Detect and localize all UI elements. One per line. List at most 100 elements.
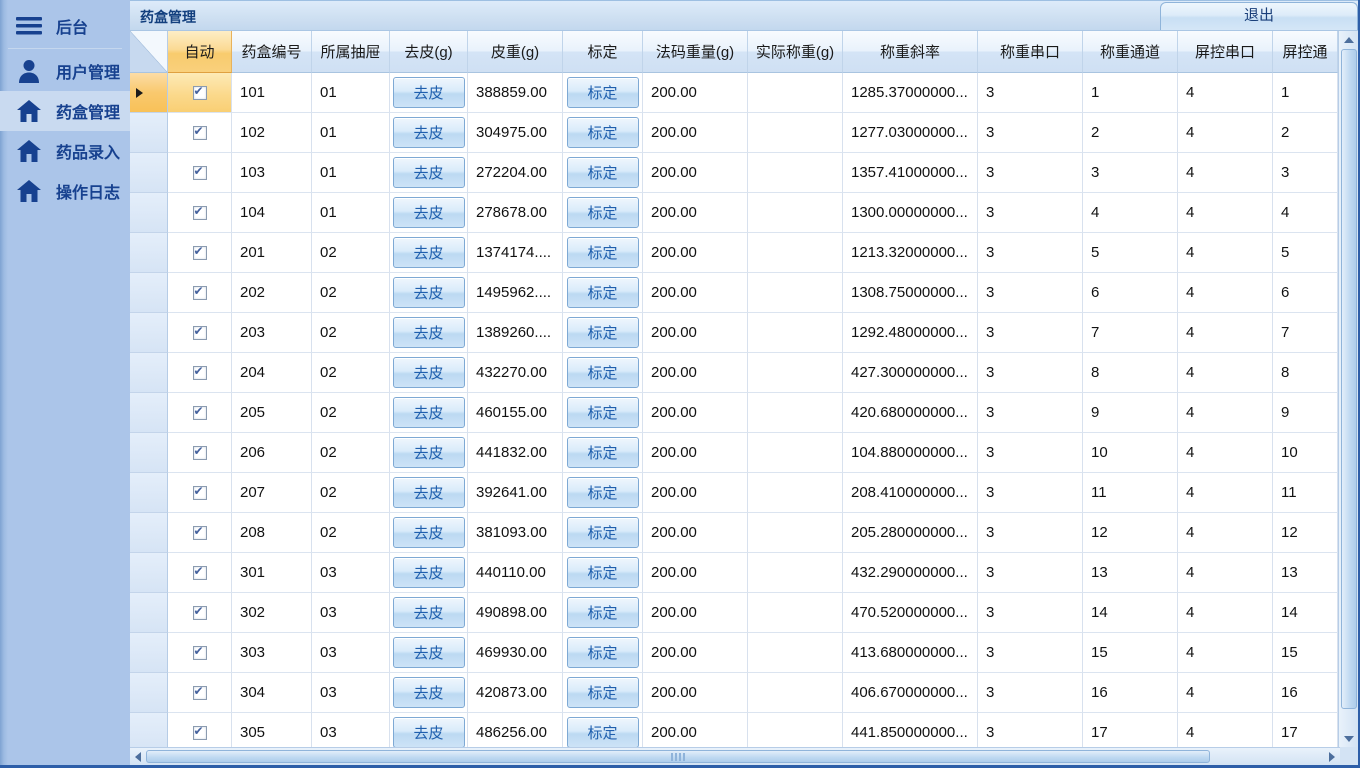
weigh-port-cell[interactable]: 3 [978, 513, 1083, 553]
column-header-wport[interactable]: 称重串口 [978, 31, 1083, 73]
column-header-auto[interactable]: 自动 [168, 31, 232, 73]
box-id-cell[interactable]: 206 [232, 433, 312, 473]
weight-cell[interactable]: 200.00 [643, 113, 748, 153]
drawer-cell[interactable]: 02 [312, 233, 390, 273]
tare-weight-cell[interactable]: 1495962.... [468, 273, 563, 313]
row-indicator[interactable] [130, 713, 168, 747]
drawer-cell[interactable]: 02 [312, 273, 390, 313]
table-row[interactable]: 30503去皮486256.00标定200.00441.850000000...… [130, 713, 1338, 747]
screen-port-cell[interactable]: 4 [1178, 193, 1273, 233]
row-indicator[interactable] [130, 193, 168, 233]
weigh-port-cell[interactable]: 3 [978, 193, 1083, 233]
auto-checkbox[interactable] [193, 86, 207, 100]
calibrate-button[interactable]: 标定 [567, 437, 639, 468]
auto-checkbox[interactable] [193, 566, 207, 580]
drawer-cell[interactable]: 02 [312, 433, 390, 473]
tare-weight-cell[interactable]: 432270.00 [468, 353, 563, 393]
horizontal-scrollbar-thumb[interactable] [146, 750, 1210, 763]
drawer-cell[interactable]: 03 [312, 593, 390, 633]
screen-channel-cell[interactable]: 6 [1273, 273, 1338, 313]
actual-weight-cell[interactable] [748, 473, 843, 513]
select-all-corner[interactable] [130, 31, 168, 73]
weigh-channel-cell[interactable]: 1 [1083, 73, 1178, 113]
weigh-channel-cell[interactable]: 2 [1083, 113, 1178, 153]
slope-cell[interactable]: 1285.37000000... [843, 73, 978, 113]
screen-port-cell[interactable]: 4 [1178, 73, 1273, 113]
row-indicator[interactable] [130, 73, 168, 113]
weight-cell[interactable]: 200.00 [643, 193, 748, 233]
screen-port-cell[interactable]: 4 [1178, 393, 1273, 433]
drawer-cell[interactable]: 01 [312, 193, 390, 233]
table-row[interactable]: 10401去皮278678.00标定200.001300.00000000...… [130, 193, 1338, 233]
row-indicator[interactable] [130, 673, 168, 713]
calibrate-button[interactable]: 标定 [567, 317, 639, 348]
slope-cell[interactable]: 1292.48000000... [843, 313, 978, 353]
column-header-weight[interactable]: 法码重量(g) [643, 31, 748, 73]
tare-button[interactable]: 去皮 [393, 277, 465, 308]
calibrate-button[interactable]: 标定 [567, 717, 639, 747]
auto-checkbox[interactable] [193, 246, 207, 260]
weight-cell[interactable]: 200.00 [643, 553, 748, 593]
weight-cell[interactable]: 200.00 [643, 313, 748, 353]
table-row[interactable]: 30103去皮440110.00标定200.00432.290000000...… [130, 553, 1338, 593]
screen-channel-cell[interactable]: 17 [1273, 713, 1338, 747]
weight-cell[interactable]: 200.00 [643, 273, 748, 313]
weight-cell[interactable]: 200.00 [643, 633, 748, 673]
box-id-cell[interactable]: 302 [232, 593, 312, 633]
table-row[interactable]: 10301去皮272204.00标定200.001357.41000000...… [130, 153, 1338, 193]
table-row[interactable]: 20302去皮1389260....标定200.001292.48000000.… [130, 313, 1338, 353]
drawer-cell[interactable]: 02 [312, 473, 390, 513]
sidebar-item-3[interactable]: 药品录入 [0, 131, 130, 171]
weigh-channel-cell[interactable]: 5 [1083, 233, 1178, 273]
tare-button[interactable]: 去皮 [393, 77, 465, 108]
calibrate-button[interactable]: 标定 [567, 77, 639, 108]
column-header-cal_btn[interactable]: 标定 [563, 31, 643, 73]
tare-weight-cell[interactable]: 486256.00 [468, 713, 563, 747]
box-id-cell[interactable]: 101 [232, 73, 312, 113]
drawer-cell[interactable]: 01 [312, 113, 390, 153]
slope-cell[interactable]: 413.680000000... [843, 633, 978, 673]
calibrate-button[interactable]: 标定 [567, 277, 639, 308]
scroll-right-icon[interactable] [1324, 748, 1340, 766]
tare-weight-cell[interactable]: 304975.00 [468, 113, 563, 153]
actual-weight-cell[interactable] [748, 193, 843, 233]
box-id-cell[interactable]: 207 [232, 473, 312, 513]
weigh-channel-cell[interactable]: 6 [1083, 273, 1178, 313]
screen-channel-cell[interactable]: 7 [1273, 313, 1338, 353]
calibrate-button[interactable]: 标定 [567, 117, 639, 148]
auto-checkbox[interactable] [193, 366, 207, 380]
tare-weight-cell[interactable]: 490898.00 [468, 593, 563, 633]
actual-weight-cell[interactable] [748, 353, 843, 393]
sidebar-item-1[interactable]: 用户管理 [0, 51, 130, 91]
table-row[interactable]: 30403去皮420873.00标定200.00406.670000000...… [130, 673, 1338, 713]
weigh-port-cell[interactable]: 3 [978, 673, 1083, 713]
column-header-drawer[interactable]: 所属抽屉 [312, 31, 390, 73]
weigh-channel-cell[interactable]: 10 [1083, 433, 1178, 473]
tare-weight-cell[interactable]: 420873.00 [468, 673, 563, 713]
tare-button[interactable]: 去皮 [393, 477, 465, 508]
screen-channel-cell[interactable]: 14 [1273, 593, 1338, 633]
tare-button[interactable]: 去皮 [393, 677, 465, 708]
tare-weight-cell[interactable]: 460155.00 [468, 393, 563, 433]
drawer-cell[interactable]: 02 [312, 353, 390, 393]
calibrate-button[interactable]: 标定 [567, 637, 639, 668]
actual-weight-cell[interactable] [748, 233, 843, 273]
weigh-port-cell[interactable]: 3 [978, 233, 1083, 273]
calibrate-button[interactable]: 标定 [567, 397, 639, 428]
row-indicator[interactable] [130, 393, 168, 433]
scroll-left-icon[interactable] [130, 748, 146, 766]
actual-weight-cell[interactable] [748, 553, 843, 593]
tare-button[interactable]: 去皮 [393, 637, 465, 668]
scroll-down-icon[interactable] [1339, 730, 1359, 747]
calibrate-button[interactable]: 标定 [567, 677, 639, 708]
weigh-port-cell[interactable]: 3 [978, 633, 1083, 673]
drawer-cell[interactable]: 02 [312, 313, 390, 353]
sidebar-item-2[interactable]: 药盒管理 [0, 91, 130, 131]
tare-button[interactable]: 去皮 [393, 717, 465, 747]
weight-cell[interactable]: 200.00 [643, 433, 748, 473]
box-id-cell[interactable]: 103 [232, 153, 312, 193]
slope-cell[interactable]: 406.670000000... [843, 673, 978, 713]
actual-weight-cell[interactable] [748, 313, 843, 353]
weigh-port-cell[interactable]: 3 [978, 73, 1083, 113]
table-row[interactable]: 20202去皮1495962....标定200.001308.75000000.… [130, 273, 1338, 313]
